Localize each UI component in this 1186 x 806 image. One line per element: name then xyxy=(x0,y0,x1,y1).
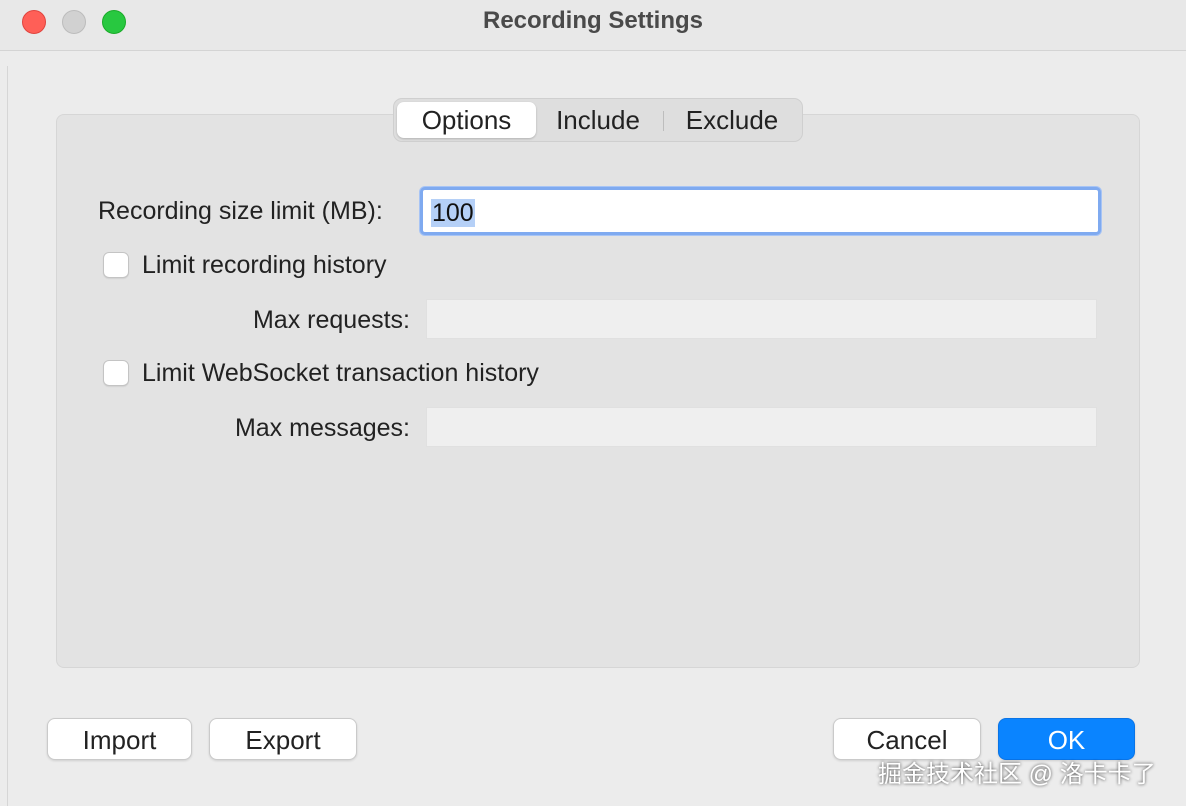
export-button[interactable]: Export xyxy=(209,718,357,760)
title-bar: Recording Settings xyxy=(0,0,1186,51)
limit-history-label[interactable]: Limit recording history xyxy=(142,251,387,280)
size-limit-value: 100 xyxy=(431,199,475,227)
import-button[interactable]: Import xyxy=(47,718,192,760)
tab-include[interactable]: Include xyxy=(536,102,660,138)
limit-history-checkbox[interactable] xyxy=(103,252,129,278)
tab-separator xyxy=(663,111,664,131)
tab-exclude[interactable]: Exclude xyxy=(666,102,798,138)
watermark-text: 掘金技术社区 @ 洛卡卡了 xyxy=(878,761,1156,788)
max-messages-label: Max messages: xyxy=(234,414,410,442)
window-edge xyxy=(0,66,8,806)
limit-websocket-label[interactable]: Limit WebSocket transaction history xyxy=(142,359,539,388)
max-requests-input[interactable] xyxy=(426,299,1097,339)
max-messages-input[interactable] xyxy=(426,407,1097,447)
tab-bar: Options Include Exclude xyxy=(393,98,803,142)
size-limit-label: Recording size limit (MB): xyxy=(98,197,383,225)
size-limit-input[interactable]: 100 xyxy=(420,187,1101,235)
max-requests-label: Max requests: xyxy=(252,306,410,334)
tab-options[interactable]: Options xyxy=(397,102,536,138)
recording-settings-window: Recording Settings Options Include Exclu… xyxy=(0,0,1186,806)
limit-websocket-checkbox[interactable] xyxy=(103,360,129,386)
window-title: Recording Settings xyxy=(482,7,704,34)
